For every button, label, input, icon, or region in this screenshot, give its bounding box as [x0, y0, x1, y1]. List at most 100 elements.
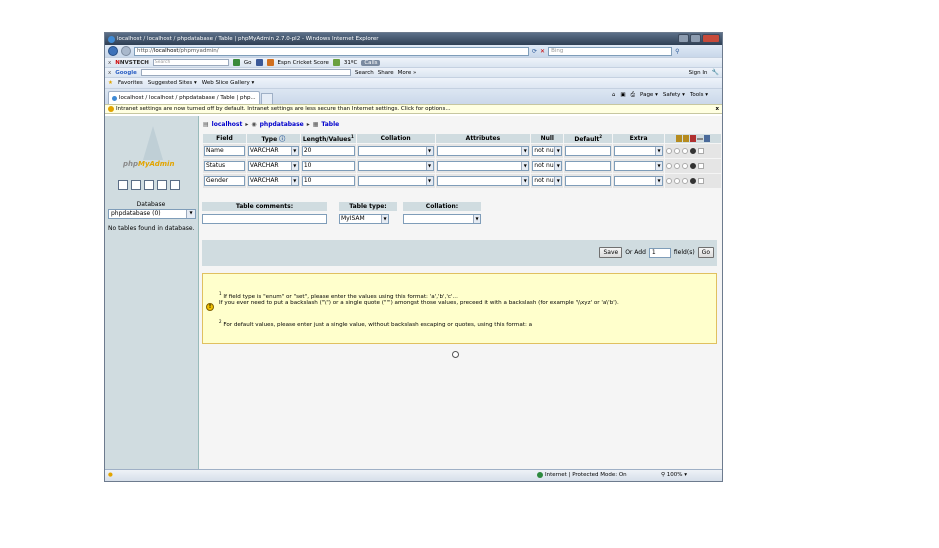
google-search-input[interactable] — [140, 69, 351, 76]
none-radio[interactable] — [690, 163, 697, 169]
index-radio[interactable] — [674, 148, 681, 154]
info-bar[interactable]: Intranet settings are now turned off by … — [105, 104, 722, 114]
toolbar-close-icon[interactable]: x — [108, 60, 111, 66]
games-icon[interactable] — [332, 59, 340, 66]
primary-radio[interactable] — [666, 163, 673, 169]
home-icon[interactable]: ⌂ — [612, 92, 616, 99]
forward-button[interactable] — [121, 46, 131, 56]
documentation-icon[interactable] — [452, 351, 459, 358]
type-select[interactable]: VARCHAR ▼ — [247, 161, 299, 171]
length-input[interactable]: 20 — [301, 146, 355, 156]
zone-indicator[interactable]: Internet | Protected Mode: On — [537, 472, 627, 478]
unique-radio[interactable] — [682, 148, 689, 154]
url-input[interactable]: http://localhost/phpmyadmin/ — [134, 46, 529, 56]
fulltext-checkbox[interactable] — [698, 163, 705, 169]
breadcrumb-table[interactable]: Table — [321, 121, 339, 128]
stop-icon[interactable]: ✕ — [540, 48, 545, 55]
primary-radio[interactable] — [666, 148, 673, 154]
breadcrumb-server[interactable]: localhost — [212, 121, 243, 128]
length-input[interactable]: 10 — [301, 176, 355, 186]
index-radio[interactable] — [674, 178, 681, 184]
null-select[interactable]: not null ▼ — [532, 161, 563, 171]
calls-button[interactable]: Calls — [361, 59, 381, 66]
google-toolbar-close-icon[interactable]: x — [108, 70, 111, 76]
safety-menu[interactable]: Safety ▾ — [663, 92, 685, 99]
cricket-score-button[interactable]: Espn Cricket Score — [278, 60, 329, 66]
field-name-input[interactable]: Name — [204, 146, 245, 156]
extra-select[interactable]: ▼ — [614, 176, 664, 186]
null-select[interactable]: not null ▼ — [532, 176, 563, 186]
tools-menu[interactable]: Tools ▾ — [690, 92, 708, 99]
google-search-button[interactable]: Search — [355, 70, 374, 76]
unique-radio[interactable] — [682, 163, 689, 169]
refresh-icon[interactable]: ⟳ — [532, 48, 537, 55]
docs-icon[interactable] — [144, 180, 154, 190]
type-select[interactable]: VARCHAR ▼ — [247, 176, 299, 186]
close-button[interactable] — [702, 34, 720, 43]
google-share-button[interactable]: Share — [378, 70, 394, 76]
none-radio[interactable] — [690, 148, 697, 154]
length-input[interactable]: 10 — [301, 161, 355, 171]
table-type-select[interactable]: MyISAM ▼ — [339, 214, 389, 224]
maximize-button[interactable] — [690, 34, 701, 43]
database-select[interactable]: phpdatabase (0) ▼ — [108, 209, 196, 219]
default-input[interactable] — [565, 176, 612, 186]
info-icon[interactable]: ⓘ — [279, 136, 285, 143]
web-slice-gallery-link[interactable]: Web Slice Gallery ▾ — [202, 80, 255, 86]
default-input[interactable] — [565, 161, 612, 171]
temperature-label[interactable]: 31ºC — [344, 60, 357, 66]
extra-select[interactable]: ▼ — [614, 146, 664, 156]
home-nav-icon[interactable] — [118, 180, 128, 190]
new-tab-button[interactable] — [260, 93, 273, 104]
save-button[interactable]: Save — [599, 247, 623, 258]
default-input[interactable] — [565, 146, 612, 156]
table-collation-select[interactable]: ▼ — [403, 214, 481, 224]
fulltext-checkbox[interactable] — [698, 178, 705, 184]
add-fields-count-input[interactable]: 1 — [648, 247, 671, 258]
none-radio[interactable] — [690, 178, 697, 184]
collation-select[interactable]: ▼ — [357, 176, 434, 186]
phpmyadmin-logo[interactable]: phpMyAdmin — [113, 126, 188, 174]
collation-select[interactable]: ▼ — [357, 161, 434, 171]
page-menu[interactable]: Page ▾ — [640, 92, 658, 99]
suggested-sites-link[interactable]: Suggested Sites ▾ — [148, 80, 197, 86]
feeds-icon[interactable]: ▣ — [620, 92, 625, 99]
attributes-select[interactable]: ▼ — [436, 161, 530, 171]
search-icon[interactable]: ⚲ — [675, 48, 679, 55]
tab-active[interactable]: localhost / localhost / phpdatabase / Ta… — [108, 91, 260, 104]
minimize-button[interactable] — [678, 34, 689, 43]
index-radio[interactable] — [674, 163, 681, 169]
wrench-icon[interactable]: 🔧 — [712, 69, 719, 76]
google-more-button[interactable]: More » — [398, 70, 417, 76]
help-icon[interactable] — [170, 180, 180, 190]
back-button[interactable] — [108, 46, 118, 56]
favorites-star-icon[interactable]: ★ — [108, 80, 113, 86]
zoom-control[interactable]: ⚲ 100% ▾ — [661, 472, 687, 478]
go-label[interactable]: Go — [244, 60, 252, 66]
unique-radio[interactable] — [682, 178, 689, 184]
field-name-input[interactable]: Gender — [204, 176, 245, 186]
facebook-icon[interactable] — [255, 59, 263, 66]
table-comments-input[interactable] — [202, 214, 327, 224]
google-signin-link[interactable]: Sign In — [689, 70, 708, 76]
bing-search-input[interactable]: Bing — [548, 46, 673, 56]
attributes-select[interactable]: ▼ — [436, 146, 530, 156]
go-button[interactable]: Go — [697, 247, 714, 258]
info-bar-close-icon[interactable]: x — [715, 106, 719, 112]
mail-icon[interactable] — [266, 59, 274, 66]
primary-radio[interactable] — [666, 178, 673, 184]
collation-select[interactable]: ▼ — [357, 146, 434, 156]
fulltext-checkbox[interactable] — [698, 148, 705, 154]
type-select[interactable]: VARCHAR ▼ — [247, 146, 299, 156]
sql-icon[interactable] — [157, 180, 167, 190]
breadcrumb-database[interactable]: phpdatabase — [260, 121, 304, 128]
go-icon[interactable] — [232, 59, 240, 66]
extra-select[interactable]: ▼ — [614, 161, 664, 171]
nvstech-search-input[interactable]: Search — [152, 59, 229, 66]
favorites-button[interactable]: Favorites — [118, 80, 143, 86]
query-window-icon[interactable] — [131, 180, 141, 190]
attributes-select[interactable]: ▼ — [436, 176, 530, 186]
field-name-input[interactable]: Status — [204, 161, 245, 171]
null-select[interactable]: not null ▼ — [532, 146, 563, 156]
print-icon[interactable]: ⎙ — [631, 92, 635, 99]
